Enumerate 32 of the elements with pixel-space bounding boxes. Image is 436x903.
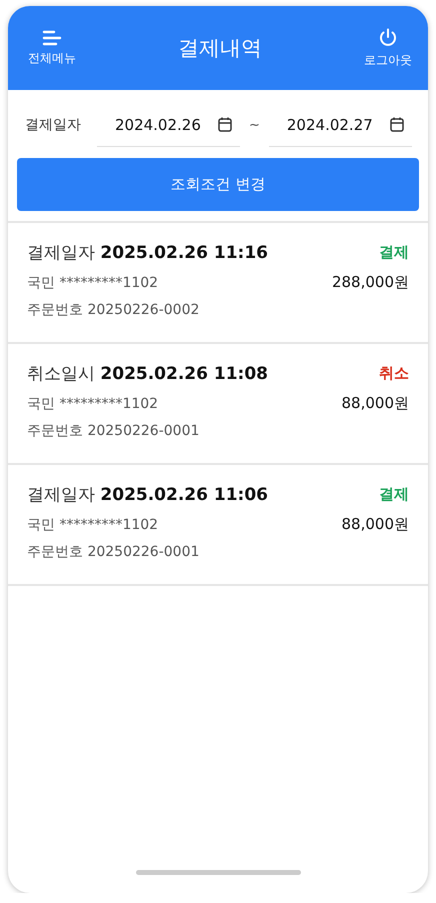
page-title: 결제내역 bbox=[178, 35, 262, 62]
transaction-amount: 88,000원 bbox=[342, 394, 409, 413]
transaction-item[interactable]: 결제일자 2025.02.26 11:06 결제 국민 *********1102 88,000원 주문번호 20250226-0001 bbox=[8, 465, 428, 586]
calendar-icon[interactable] bbox=[218, 117, 232, 132]
logout-button[interactable]: 로그아웃 bbox=[364, 28, 412, 68]
order-number: 주문번호 20250226-0001 bbox=[27, 422, 200, 440]
transaction-status: 결제 bbox=[379, 243, 409, 262]
transaction-item[interactable]: 결제일자 2025.02.26 11:16 결제 국민 *********1102 288,000원 주문번호 20250226-0002 bbox=[8, 223, 428, 344]
transaction-status: 취소 bbox=[379, 364, 409, 383]
transaction-amount: 288,000원 bbox=[332, 273, 409, 292]
range-separator: ~ bbox=[248, 118, 261, 132]
start-date-field[interactable]: 2024.02.26 bbox=[96, 103, 240, 147]
order-number: 주문번호 20250226-0002 bbox=[27, 301, 200, 319]
card-number: 국민 *********1102 bbox=[27, 516, 158, 534]
card-number: 국민 *********1102 bbox=[27, 394, 158, 412]
menu-button[interactable]: 전체메뉴 bbox=[28, 30, 76, 66]
calendar-icon[interactable] bbox=[390, 117, 404, 132]
order-number: 주문번호 20250226-0001 bbox=[27, 543, 200, 561]
date-label: 결제일자 bbox=[25, 116, 82, 134]
end-date-field[interactable]: 2024.02.27 bbox=[268, 103, 412, 147]
transaction-date: 결제일자 2025.02.26 11:06 bbox=[27, 484, 268, 506]
transaction-status: 결제 bbox=[379, 485, 409, 504]
transaction-amount: 88,000원 bbox=[342, 515, 409, 534]
menu-icon bbox=[42, 30, 62, 46]
search-condition-button[interactable]: 조회조건 변경 bbox=[17, 158, 419, 211]
card-number: 국민 *********1102 bbox=[27, 274, 158, 292]
date-value: 2024.02.26 bbox=[114, 116, 201, 134]
transaction-date: 취소일시 2025.02.26 11:08 bbox=[27, 363, 268, 385]
date-value: 2024.02.27 bbox=[286, 116, 373, 134]
power-icon bbox=[378, 28, 398, 48]
transaction-date: 결제일자 2025.02.26 11:16 bbox=[27, 242, 268, 264]
transaction-item[interactable]: 취소일시 2025.02.26 11:08 취소 국민 *********1102 88,000원 주문번호 20250226-0001 bbox=[8, 344, 428, 465]
